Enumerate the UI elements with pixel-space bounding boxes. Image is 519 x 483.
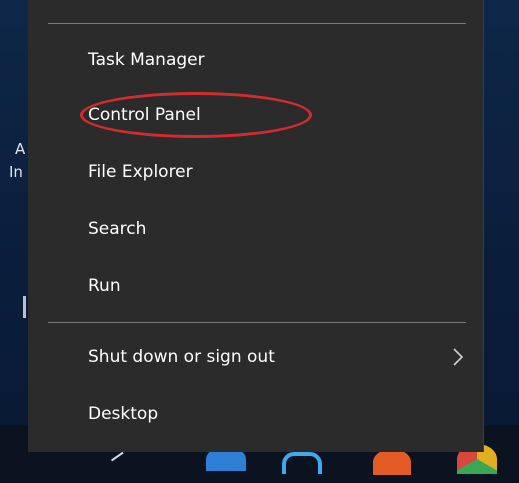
menu-separator — [48, 23, 466, 24]
menu-item-label: Search — [88, 219, 147, 239]
annotation-ellipse — [80, 92, 312, 138]
menu-item-label: Shut down or sign out — [88, 347, 275, 367]
menu-item-run[interactable]: Run — [28, 260, 484, 312]
desktop-icon-fragment — [23, 296, 26, 318]
menu-item-label: Desktop — [88, 404, 159, 424]
chevron-right-icon — [453, 348, 464, 366]
firefox-icon[interactable] — [373, 449, 411, 475]
menu-item-file-explorer[interactable]: File Explorer — [28, 146, 484, 198]
menu-item-shut-down-or-sign-out[interactable]: Shut down or sign out — [28, 331, 484, 383]
desktop-icon-label-fragment: In — [9, 163, 23, 181]
store-icon[interactable] — [282, 452, 322, 474]
menu-item-label: Run — [88, 276, 121, 296]
power-user-context-menu: Task Manager Control Panel File Explorer… — [28, 0, 484, 452]
menu-item-label: Task Manager — [88, 50, 205, 70]
menu-separator — [48, 322, 466, 323]
desktop-icon-label-fragment: A — [15, 140, 26, 158]
menu-item-search[interactable]: Search — [28, 203, 484, 255]
menu-item-task-manager[interactable]: Task Manager — [28, 34, 484, 86]
menu-item-label: File Explorer — [88, 162, 193, 182]
menu-item-desktop[interactable]: Desktop — [28, 388, 484, 440]
